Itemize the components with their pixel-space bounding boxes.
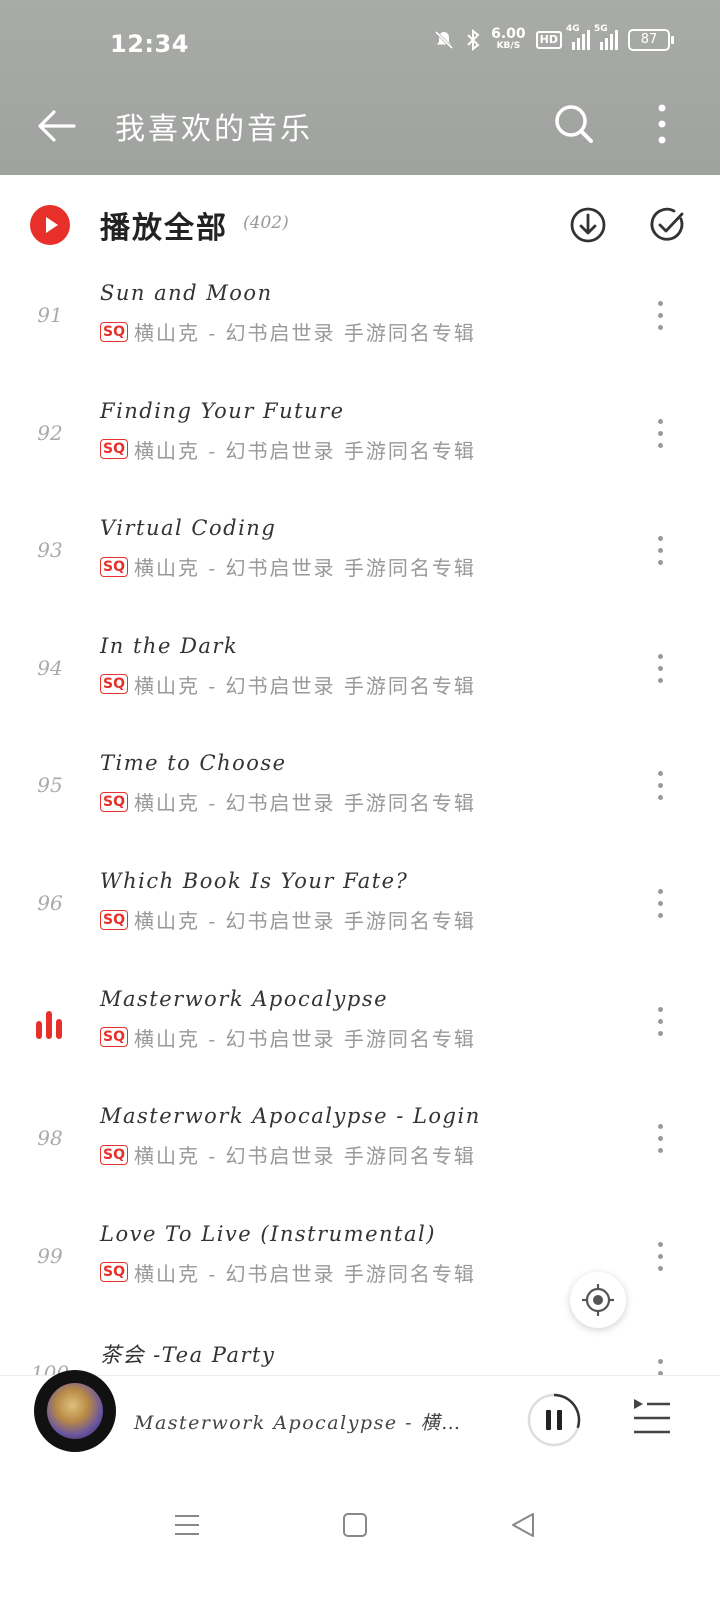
playlist-queue-icon[interactable] [630, 1396, 672, 1438]
song-more-icon[interactable] [655, 771, 665, 807]
back-arrow-icon[interactable] [34, 104, 78, 148]
sq-badge: SQ [100, 674, 128, 695]
sq-badge: SQ [100, 1027, 128, 1048]
song-row[interactable]: 95 Time to Choose SQ 横山克 - 幻书启世录 手游同名专辑 [0, 735, 720, 855]
now-playing-icon [36, 1010, 64, 1039]
song-artist: 横山克 - 幻书启世录 手游同名专辑 [133, 438, 476, 463]
search-icon[interactable] [552, 102, 596, 146]
song-row[interactable]: 92 Finding Your Future SQ 横山克 - 幻书启世录 手游同名专… [0, 383, 720, 503]
signal-4g-icon: 4G [566, 24, 590, 50]
song-meta: SQ 横山克 - 幻书启世录 手游同名专辑 [100, 1258, 476, 1287]
song-artist: 横山克 - 幻书启世录 手游同名专辑 [133, 321, 476, 345]
song-title: Which Book Is Your Fate? [100, 869, 409, 893]
bluetooth-icon [467, 29, 480, 51]
back-icon[interactable] [510, 1512, 536, 1538]
download-icon[interactable] [568, 205, 608, 245]
song-count: (402) [243, 213, 289, 233]
song-title: Masterwork Apocalypse - Login [100, 1104, 481, 1129]
song-title: 茶会 -Tea Party [100, 1343, 276, 1368]
song-row[interactable]: 93 Virtual Coding SQ 横山克 - 幻书启世录 手游同名专辑 [0, 500, 720, 620]
song-number: 91 [37, 303, 63, 327]
song-more-icon[interactable] [655, 1124, 665, 1160]
song-meta: SQ 横山克 - 幻书启世录 手游同名专辑 [100, 670, 476, 699]
net-speed: 6.00 KB/S [491, 26, 526, 51]
locate-icon [582, 1284, 614, 1316]
mute-icon [435, 30, 454, 50]
top-app-bar: 我喜欢的音乐 [0, 90, 720, 175]
song-artist: 横山克 - 幻书启世录 手游同名专辑 [133, 556, 476, 581]
mini-player[interactable]: Masterwork Apocalypse - 横… [0, 1370, 720, 1486]
song-meta: SQ 横山克 - 幻书启世录 手游同名专辑 [100, 787, 476, 816]
home-icon[interactable] [342, 1512, 368, 1538]
play-all-icon[interactable] [30, 205, 70, 245]
system-nav-bar [0, 1490, 720, 1600]
song-row[interactable]: 91 Sun and Moon SQ 横山克 - 幻书启世录 手游同名专辑 [0, 265, 720, 385]
song-more-icon[interactable] [655, 536, 665, 572]
song-number: 92 [37, 420, 63, 445]
song-row[interactable]: 96 Which Book Is Your Fate? SQ 横山克 - 幻书启世录 … [0, 853, 720, 973]
sq-badge: SQ [100, 439, 128, 460]
song-meta: SQ 横山克 - 幻书启世录 手游同名专辑 [100, 552, 476, 581]
song-number: 98 [37, 1126, 63, 1151]
song-row[interactable]: 98 Masterwork Apocalypse - Login SQ 横山克 - 幻… [0, 1088, 720, 1208]
song-more-icon[interactable] [655, 889, 665, 925]
song-more-icon[interactable] [655, 1006, 665, 1043]
song-more-icon[interactable] [655, 653, 665, 690]
song-meta: SQ 横山克 - 幻书启世录 手游同名专辑 [100, 1023, 476, 1052]
song-meta: SQ 横山克 - 幻书启世录 手游同名专辑 [100, 905, 476, 934]
song-number: 94 [37, 655, 63, 680]
status-icons: 6.00 KB/S HD 4G 5G 87 [433, 24, 674, 52]
song-meta: SQ 横山克 - 幻书启世录 手游同名专辑 [100, 435, 476, 464]
song-number: 95 [37, 773, 63, 798]
song-title: Masterwork Apocalypse [100, 986, 389, 1011]
more-vertical-icon[interactable] [650, 102, 674, 146]
song-row[interactable]: 94 In the Dark SQ 横山克 - 幻书启世录 手游同名专辑 [0, 618, 720, 738]
hd-badge: HD [535, 31, 562, 49]
song-more-icon[interactable] [655, 418, 665, 455]
song-meta: SQ 横山克 - 幻书启世录 手游同名专辑 [100, 317, 476, 346]
status-bar: 12:34 6.00 KB/S HD 4G 5G 87 [0, 0, 720, 90]
song-number: 96 [37, 891, 63, 915]
song-artist: 横山克 - 幻书启世录 手游同名专辑 [133, 673, 476, 698]
song-number: 93 [37, 538, 63, 563]
battery-icon: 87 [628, 29, 674, 51]
sq-badge: SQ [100, 1262, 128, 1283]
song-artist: 横山克 - 幻书启世录 手游同名专辑 [133, 1026, 476, 1051]
menu-icon[interactable] [174, 1512, 200, 1538]
play-all-row[interactable]: 播放全部 (402) [0, 175, 720, 265]
song-title: In the Dark [100, 633, 239, 658]
locate-current-button[interactable] [570, 1272, 626, 1328]
status-time: 12:34 [110, 30, 189, 58]
song-artist: 横山克 - 幻书启世录 手游同名专辑 [133, 791, 476, 816]
signal-5g-icon: 5G [594, 24, 618, 50]
sq-badge: SQ [100, 556, 128, 577]
page-title: 我喜欢的音乐 [115, 112, 313, 147]
song-more-icon[interactable] [655, 1241, 665, 1278]
song-meta: SQ 横山克 - 幻书启世录 手游同名专辑 [100, 1140, 476, 1169]
now-playing-title[interactable]: Masterwork Apocalypse - 横… [134, 1408, 462, 1435]
album-cover[interactable] [34, 1370, 116, 1452]
sq-badge: SQ [100, 791, 128, 812]
song-artist: 横山克 - 幻书启世录 手游同名专辑 [133, 1261, 476, 1286]
song-title: Time to Choose [100, 751, 287, 776]
multi-select-icon[interactable] [648, 205, 688, 245]
sq-badge: SQ [100, 321, 128, 342]
sq-badge: SQ [100, 909, 128, 930]
pause-button[interactable] [526, 1392, 582, 1448]
song-artist: 横山克 - 幻书启世录 手游同名专辑 [133, 909, 476, 933]
play-all-label: 播放全部 [100, 211, 228, 246]
song-row[interactable]: Masterwork Apocalypse SQ 横山克 - 幻书启世录 手游同名专… [0, 971, 720, 1091]
sq-badge: SQ [100, 1144, 128, 1165]
song-more-icon[interactable] [655, 301, 665, 337]
song-title: Love To Live (Instrumental) [100, 1221, 436, 1246]
song-title: Virtual Coding [100, 516, 277, 541]
header: 12:34 6.00 KB/S HD 4G 5G 87 我喜欢的音乐 [0, 0, 720, 175]
song-number: 99 [37, 1243, 63, 1268]
song-title: Finding Your Future [100, 398, 345, 423]
song-artist: 横山克 - 幻书启世录 手游同名专辑 [133, 1144, 476, 1169]
song-title: Sun and Moon [100, 281, 273, 305]
